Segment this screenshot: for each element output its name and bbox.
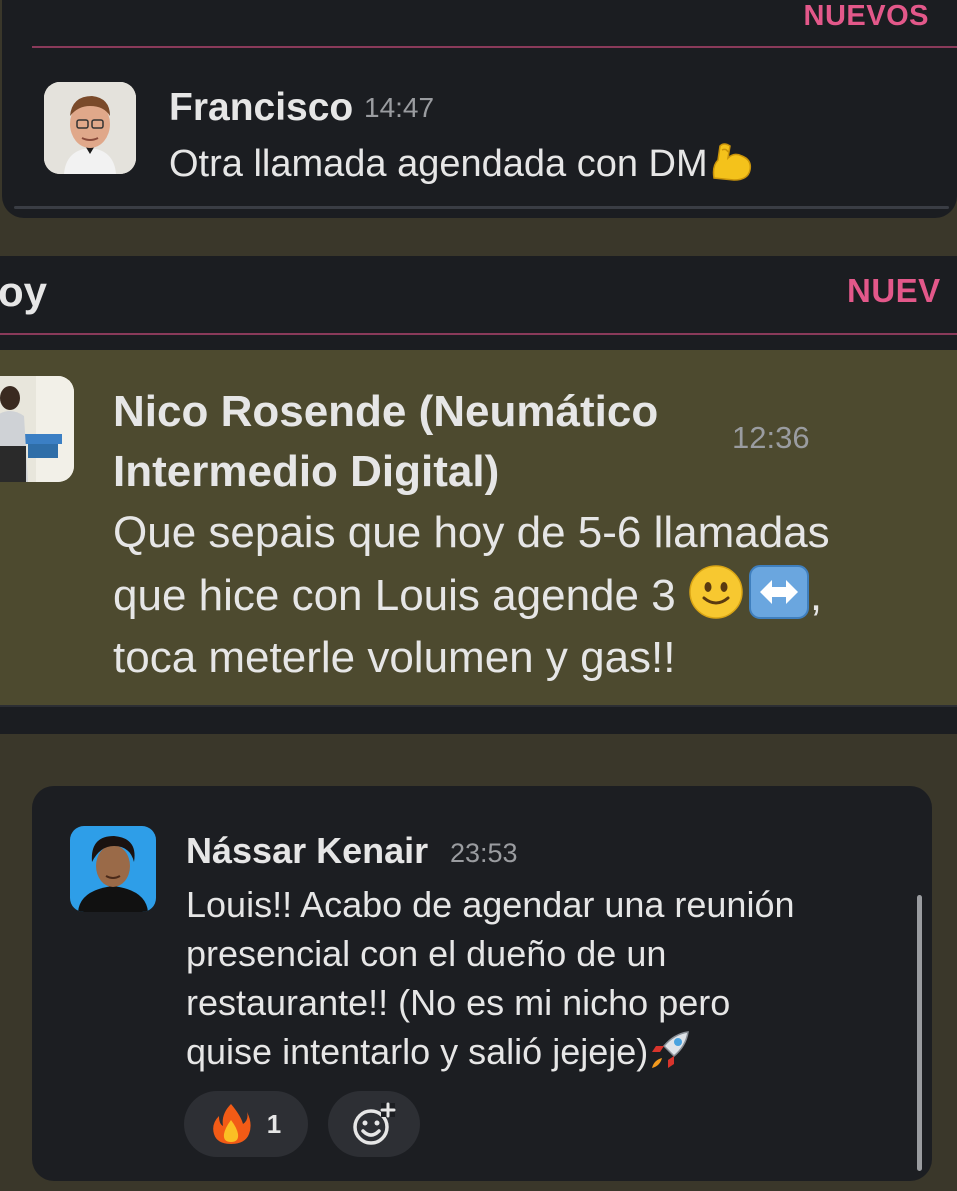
message-line3: restaurante!! (No es mi nicho pero: [186, 982, 731, 1023]
message-text-row: Otra llamada agendada con DM: [169, 142, 754, 186]
new-messages-label: NUEV: [847, 272, 941, 309]
author-name-line1: Nico Rosende (Neumático: [113, 387, 659, 436]
author-name[interactable]: Nássar Kenair: [186, 830, 428, 872]
flexed-biceps-emoji: [708, 142, 754, 182]
scrollbar[interactable]: [917, 895, 922, 1171]
message-panel-francisco: NUEVOS Francisco 14:47 Otra llamada agen…: [2, 0, 957, 218]
message-card-nassar: Nássar Kenair 23:53 Louis!! Acabo de age…: [32, 786, 932, 1181]
panel-bottom-edge: [0, 705, 957, 734]
avatar-francisco[interactable]: [44, 82, 136, 174]
avatar-nico[interactable]: [0, 376, 74, 482]
message-line3: toca meterle volumen y gas!!: [113, 633, 676, 682]
left-right-arrow-emoji: [748, 564, 810, 620]
message-line2: que hice con Louis agende 3 ,: [113, 564, 830, 627]
reaction-count: 1: [266, 1108, 282, 1139]
new-divider: [0, 333, 957, 335]
message-line2-suffix: ,: [809, 571, 823, 620]
message-composer-edge: [14, 206, 949, 209]
reaction-fire[interactable]: 1: [184, 1091, 308, 1157]
highlighted-message-nico[interactable]: Nico Rosende (Neumático Intermedio Digit…: [0, 350, 957, 705]
fire-emoji: [211, 1102, 251, 1146]
message-time: 12:36: [732, 420, 810, 455]
avatar-nassar[interactable]: [70, 826, 156, 912]
rocket-emoji: [648, 1028, 692, 1072]
message-line2-text: que hice con Louis agende 3: [113, 571, 676, 620]
new-divider: [32, 46, 957, 48]
author-name-line2: Intermedio Digital): [113, 447, 500, 496]
message-line4-row: quise intentarlo y salió jejeje): [186, 1027, 794, 1076]
message-line2: presencial con el dueño de un: [186, 933, 667, 974]
message-time: 14:47: [364, 92, 435, 123]
author-name[interactable]: Francisco: [169, 86, 353, 130]
new-messages-label: NUEVOS: [803, 0, 929, 32]
message-line4: quise intentarlo y salió jejeje): [186, 1031, 649, 1072]
message-text: Louis!! Acabo de agendar una reunión pre…: [186, 880, 794, 1076]
author-name[interactable]: Nico Rosende (Neumático Intermedio Digit…: [113, 382, 658, 502]
slightly-smiling-face-emoji: [688, 564, 744, 620]
message-line1: Que sepais que hoy de 5-6 llamadas: [113, 508, 830, 557]
add-reaction-button[interactable]: [328, 1091, 420, 1157]
message-text: Que sepais que hoy de 5-6 llamadas que h…: [113, 502, 830, 689]
message-time: 23:53: [450, 838, 518, 868]
message-line1: Louis!! Acabo de agendar una reunión: [186, 884, 795, 925]
day-header-band: oy NUEV: [0, 256, 957, 350]
message-text: Otra llamada agendada con DM: [169, 143, 708, 185]
add-reaction-icon: [351, 1101, 397, 1147]
day-label: oy: [0, 268, 48, 315]
